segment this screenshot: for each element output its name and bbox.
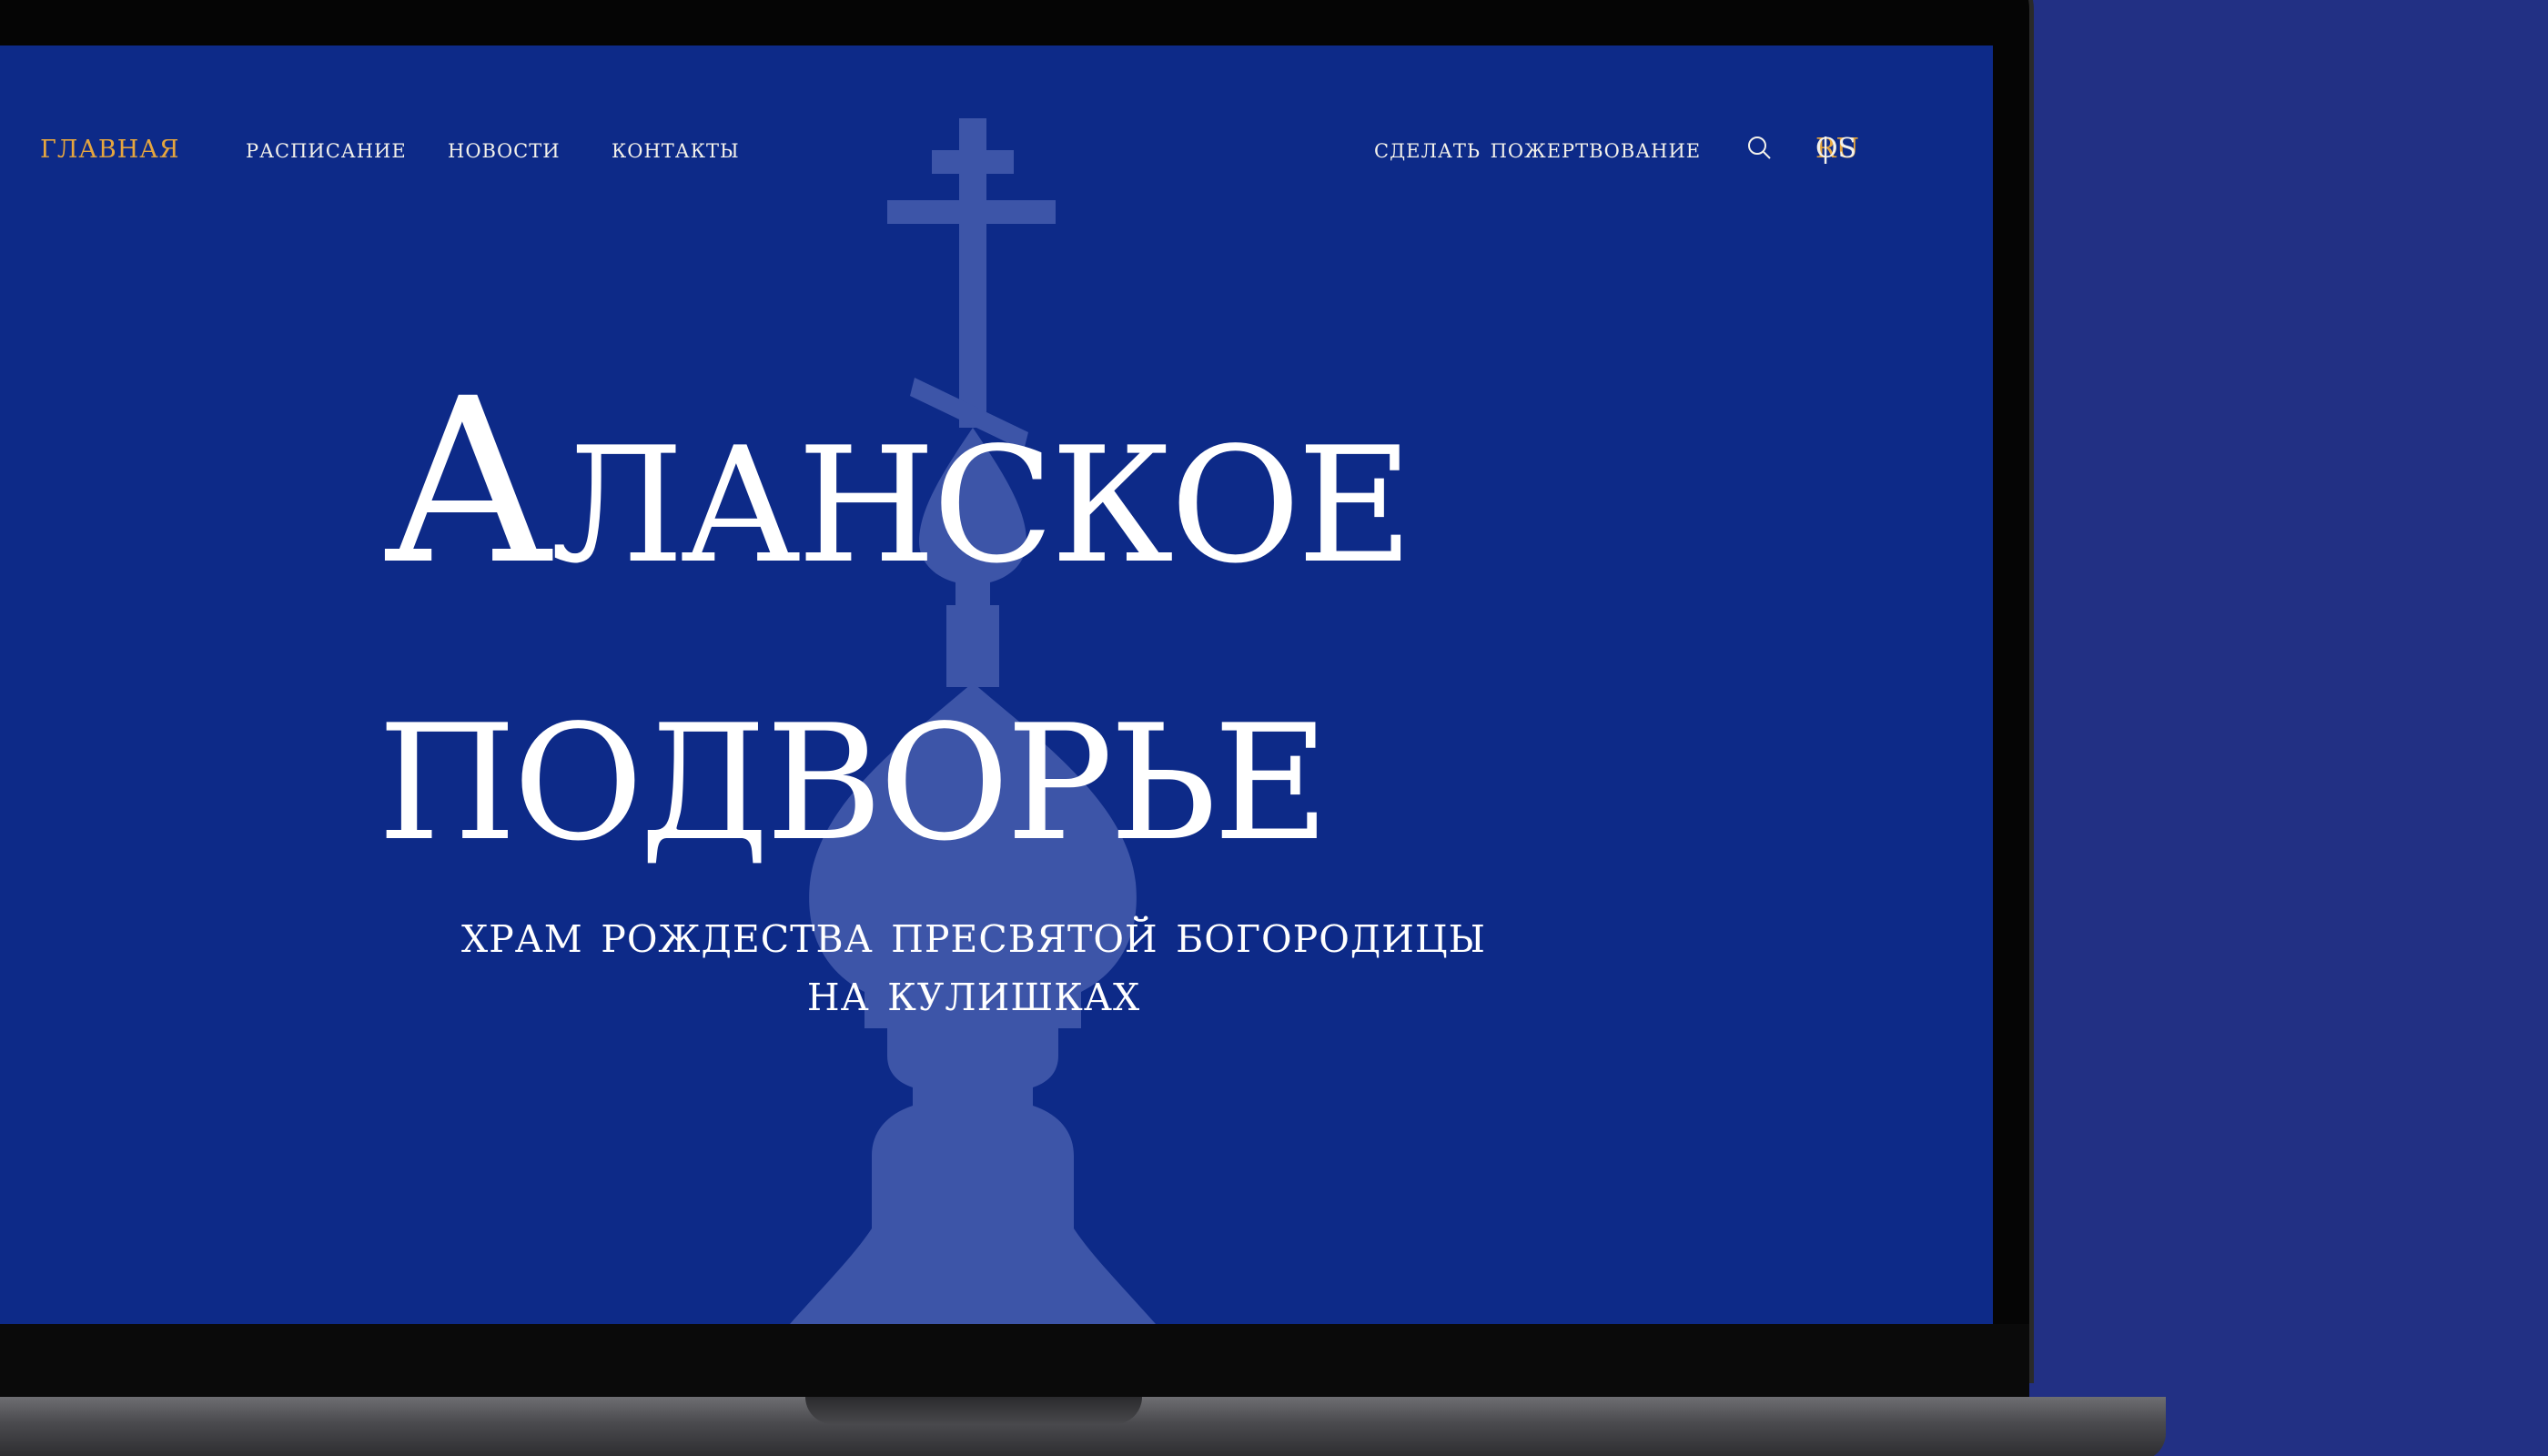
device-mockup: главная расписание новости контакты сдел… <box>0 0 2548 1456</box>
top-navigation: главная расписание новости контакты сдел… <box>0 46 1993 191</box>
nav-contacts-link[interactable]: контакты <box>612 133 740 165</box>
lang-os[interactable]: OS <box>1815 133 1856 165</box>
laptop-chin <box>0 1324 2029 1401</box>
nav-home-link[interactable]: главная <box>40 126 180 166</box>
laptop-notch <box>805 1397 1142 1424</box>
hero-title-line1: Аланское <box>382 349 1413 614</box>
hero-subtitle: храм рождества пресвятой богородицы на к… <box>346 905 1602 1022</box>
hero-subtitle-line1: храм рождества пресвятой богородицы <box>460 903 1487 965</box>
hero-title-line2: подворье <box>378 627 1330 892</box>
search-icon[interactable] <box>1745 134 1773 161</box>
website-screen: главная расписание новости контакты сдел… <box>0 46 1993 1324</box>
nav-news-link[interactable]: новости <box>448 133 561 165</box>
hero-subtitle-line2: на кулишках <box>806 960 1141 1023</box>
donate-link[interactable]: сделать пожертвование <box>1374 133 1701 165</box>
nav-schedule-link[interactable]: расписание <box>246 133 407 165</box>
